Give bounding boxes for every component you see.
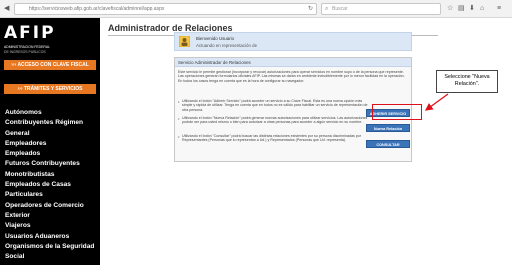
user-icon: [179, 36, 190, 47]
welcome-box: Bienvenido Usuario Actuando en represent…: [174, 32, 412, 51]
sidebar: AFIP ADMINISTRACION FEDERAL DE INGRESOS …: [0, 18, 100, 265]
option-nueva-text: Utilizando el botón "Nueva Relación" pod…: [182, 116, 368, 125]
option-adherir-text: Utilizando el botón "Adherir Servicio" p…: [182, 99, 368, 112]
search-input[interactable]: ⌕ Buscar: [321, 3, 441, 15]
sidebar-item-particulares[interactable]: Particulares: [5, 190, 100, 200]
browser-toolbar: ◀ https://serviciosweb.afip.gob.ar/clave…: [0, 0, 512, 18]
sidebar-item-contribuyentes-regimen[interactable]: Contribuyentes Régimen: [5, 118, 100, 128]
bullet-icon: •: [178, 99, 180, 104]
bullet-icon: •: [178, 134, 180, 139]
logo-line2: DE INGRESOS PUBLICOS: [4, 49, 46, 54]
sidebar-item-social[interactable]: Social: [5, 252, 100, 262]
sidebar-item-empleados[interactable]: Empleados: [5, 149, 100, 159]
sidebar-item-autonomos[interactable]: Autónomos: [5, 108, 100, 118]
sidebar-item-exterior[interactable]: Exterior: [5, 211, 100, 221]
sidebar-item-futuros-contribuyentes[interactable]: Futuros Contribuyentes: [5, 159, 100, 169]
url-text: https://serviciosweb.afip.gob.ar/clavefi…: [29, 6, 165, 12]
back-icon[interactable]: ◀: [4, 4, 9, 13]
sidebar-item-viajeros[interactable]: Viajeros: [5, 221, 100, 231]
sidebar-item-operadores-comercio[interactable]: Operadores de Comercio: [5, 201, 100, 211]
main-content: Administrador de Relaciones Bienvenido U…: [100, 18, 512, 265]
search-placeholder: Buscar: [332, 6, 348, 12]
logo-text: AFIP: [4, 23, 56, 43]
tramites-button[interactable]: ››› TRÁMITES Y SERVICIOS: [4, 84, 96, 94]
sidebar-menu: Autónomos Contribuyentes Régimen General…: [5, 108, 100, 262]
consultar-button[interactable]: CONSULTAR: [366, 140, 410, 148]
sidebar-item-usuarios-aduaneros[interactable]: Usuarios Aduaneros: [5, 232, 100, 242]
bookmarks-icon[interactable]: ▤: [458, 4, 465, 13]
panel-header: Servicio Administrador de Relaciones: [175, 58, 411, 67]
bullet-icon: •: [178, 116, 180, 121]
sidebar-item-empleadores[interactable]: Empleadores: [5, 139, 100, 149]
sidebar-item-organismos-seguridad[interactable]: Organismos de la Seguridad: [5, 242, 100, 252]
panel-intro: Este servicio le permite gestionar (inco…: [178, 70, 405, 83]
welcome-user: Bienvenido Usuario: [196, 36, 235, 41]
search-icon: ⌕: [325, 6, 329, 12]
menu-icon[interactable]: ≡: [497, 4, 501, 13]
sidebar-item-monotributistas[interactable]: Monotributistas: [5, 170, 100, 180]
clave-fiscal-button[interactable]: ››› ACCESO CON CLAVE FISCAL: [4, 60, 96, 70]
option-consultar-text: Utilizando el botón "Consultar" podrá bu…: [182, 134, 361, 143]
sidebar-item-empleados-casas[interactable]: Empleados de Casas: [5, 180, 100, 190]
highlight-box: [372, 104, 422, 120]
reload-icon[interactable]: ↻: [308, 4, 313, 14]
url-bar[interactable]: https://serviciosweb.afip.gob.ar/clavefi…: [14, 3, 317, 15]
star-icon[interactable]: ☆: [447, 4, 453, 13]
home-icon[interactable]: ⌂: [480, 4, 484, 13]
sidebar-item-general[interactable]: General: [5, 129, 100, 139]
instruction-callout: Seleccione "Nueva Relación".: [436, 70, 498, 93]
nueva-relacion-button[interactable]: Nueva Relación: [366, 124, 410, 132]
download-icon[interactable]: ⬇: [469, 4, 475, 13]
welcome-representation: Actuando en representación de: [196, 43, 258, 48]
